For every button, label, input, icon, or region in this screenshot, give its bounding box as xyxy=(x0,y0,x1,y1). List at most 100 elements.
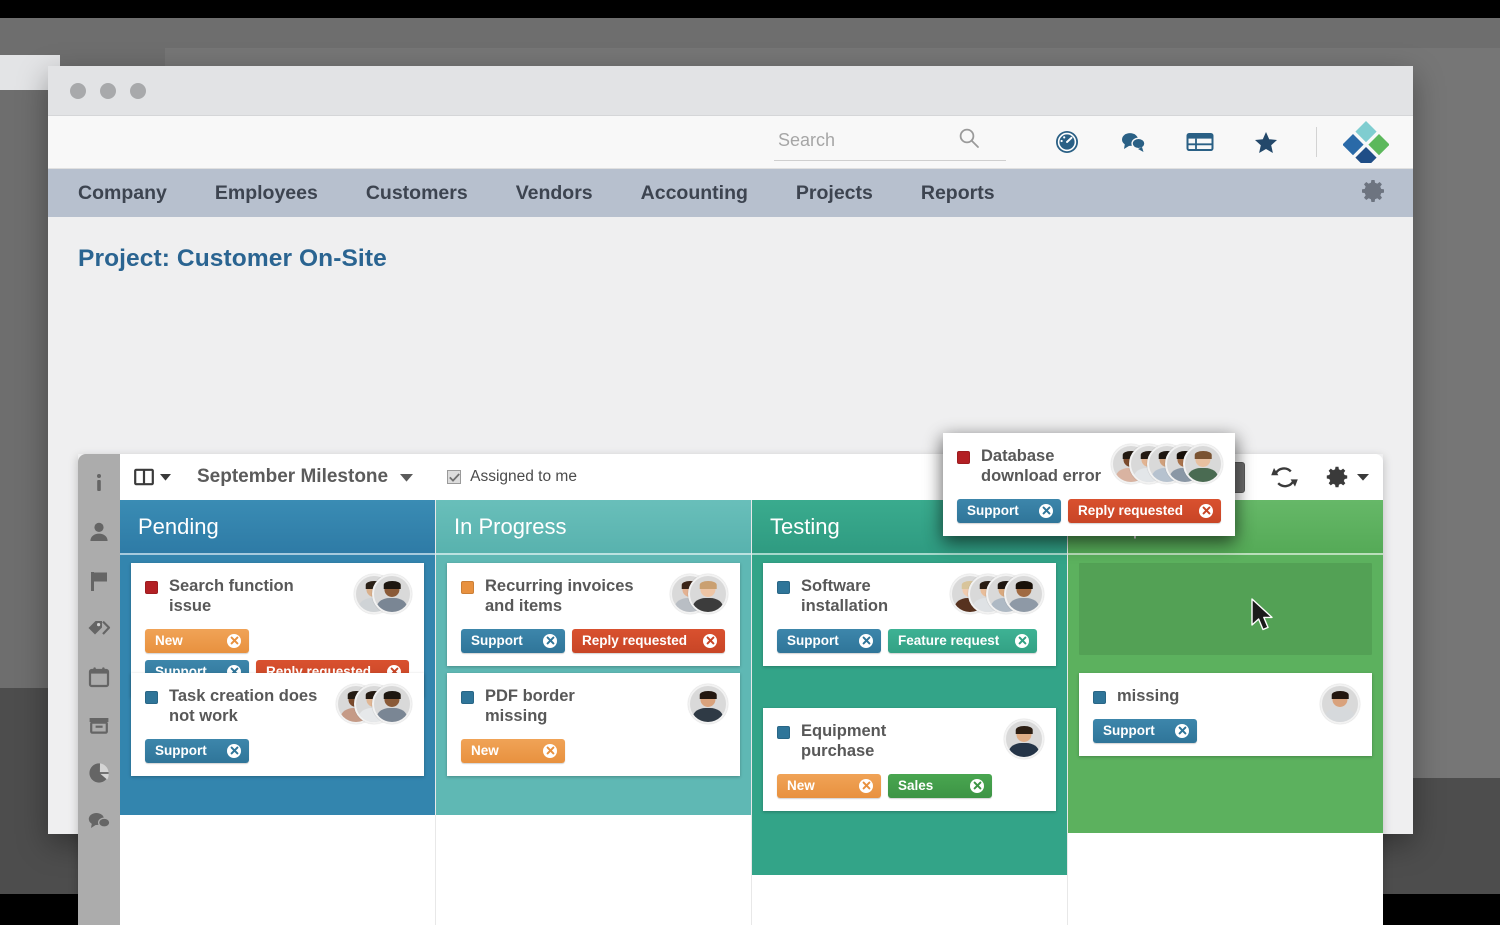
card-tag[interactable]: Reply requested xyxy=(1068,498,1222,523)
gear-icon xyxy=(1326,466,1348,488)
column-title: Pending xyxy=(138,513,219,539)
column-header: Pending xyxy=(120,500,435,555)
main-navigation: Company Employees Customers Vendors Acco… xyxy=(48,169,1413,217)
drop-placeholder xyxy=(1079,563,1372,655)
tag-remove-icon[interactable] xyxy=(1015,633,1030,648)
avatar[interactable] xyxy=(372,574,412,614)
avatar[interactable] xyxy=(688,684,728,724)
tag-remove-icon[interactable] xyxy=(859,633,873,648)
priority-indicator xyxy=(1093,691,1106,704)
avatar-body xyxy=(1008,742,1040,757)
task-card[interactable]: Software installation Support Feature requ… xyxy=(763,563,1056,666)
tag-remove-icon[interactable] xyxy=(227,633,241,648)
tag-remove-icon[interactable] xyxy=(1199,503,1214,518)
priority-indicator xyxy=(461,691,474,704)
card-tag[interactable]: Support xyxy=(957,498,1061,523)
avatar[interactable] xyxy=(1004,574,1044,614)
window-minimize-dot[interactable] xyxy=(100,82,116,99)
card-tag[interactable]: Support xyxy=(145,738,249,763)
tag-remove-icon[interactable] xyxy=(543,633,557,648)
assigned-to-me-checkbox[interactable]: Assigned to me xyxy=(447,468,577,486)
tag-remove-icon[interactable] xyxy=(227,743,241,758)
dragged-card[interactable]: Database download error Support Reply requ… xyxy=(943,433,1235,536)
nav-item-accounting[interactable]: Accounting xyxy=(641,182,748,205)
refresh-icon[interactable] xyxy=(1271,465,1298,490)
dashboard-gauge-icon[interactable] xyxy=(1054,129,1080,155)
app-logo[interactable] xyxy=(1342,117,1390,168)
card-tag[interactable]: Reply requested xyxy=(572,628,726,653)
task-card[interactable]: Recurring invoices and items Support Reply… xyxy=(447,563,740,666)
column-body: Search function issue New Support Reply req… xyxy=(120,555,435,823)
task-card[interactable]: PDF border missing New xyxy=(447,673,740,776)
avatar-body xyxy=(692,707,724,722)
board-side-rail xyxy=(78,454,120,925)
tags-icon[interactable] xyxy=(87,619,111,639)
milestone-selector[interactable]: September Milestone xyxy=(197,466,414,488)
nav-item-projects[interactable]: Projects xyxy=(796,182,873,205)
nav-item-employees[interactable]: Employees xyxy=(215,182,318,205)
info-icon[interactable] xyxy=(89,472,109,494)
card-tag[interactable]: New xyxy=(777,773,881,798)
card-tag[interactable]: Support xyxy=(777,628,881,653)
avatar[interactable] xyxy=(1004,719,1044,759)
archive-box-icon[interactable] xyxy=(88,715,110,735)
avatar-hair xyxy=(1015,725,1033,734)
card-tag[interactable]: New xyxy=(145,628,249,653)
window-close-dot[interactable] xyxy=(70,82,86,99)
card-tag[interactable]: Support xyxy=(1093,718,1197,743)
pie-chart-icon[interactable] xyxy=(88,762,110,784)
card-tags: Support xyxy=(145,738,410,763)
tag-remove-icon[interactable] xyxy=(970,778,984,793)
nav-item-customers[interactable]: Customers xyxy=(366,182,468,205)
board-settings-button[interactable] xyxy=(1324,464,1369,490)
avatar-hair xyxy=(699,690,717,699)
card-tag[interactable]: Sales xyxy=(888,773,992,798)
avatar-body xyxy=(1324,707,1356,722)
tag-remove-icon[interactable] xyxy=(703,633,718,648)
window-maximize-dot[interactable] xyxy=(130,82,146,99)
priority-indicator xyxy=(145,581,158,594)
tag-remove-icon[interactable] xyxy=(1175,723,1189,738)
chat-bubbles-icon[interactable] xyxy=(1120,130,1146,154)
nav-item-vendors[interactable]: Vendors xyxy=(516,182,593,205)
view-selector[interactable] xyxy=(134,468,171,486)
card-title-row: Equipment purchase xyxy=(777,722,1042,762)
calendar-icon[interactable] xyxy=(88,666,110,688)
tag-remove-icon[interactable] xyxy=(543,743,557,758)
column-body: Recurring invoices and items Support Reply… xyxy=(436,555,751,823)
task-card[interactable]: Database download error Support Reply requ… xyxy=(943,433,1235,536)
checkbox-box xyxy=(447,470,462,484)
avatar[interactable] xyxy=(688,574,728,614)
avatar[interactable] xyxy=(372,684,412,724)
comment-icon[interactable] xyxy=(87,811,111,831)
avatar[interactable] xyxy=(1320,684,1360,724)
nav-item-company[interactable]: Company xyxy=(78,182,167,205)
card-tags: Support xyxy=(1093,718,1358,743)
star-icon[interactable] xyxy=(1254,131,1278,154)
table-grid-icon[interactable] xyxy=(1186,131,1214,153)
task-card[interactable]: Task creation does not work Support xyxy=(131,673,424,776)
search-icon[interactable] xyxy=(958,127,980,154)
card-assignees xyxy=(1004,719,1044,759)
nav-item-reports[interactable]: Reports xyxy=(921,182,995,205)
card-tag[interactable]: Feature request xyxy=(888,628,1038,653)
card-title-row: missing xyxy=(1093,687,1358,707)
card-title: Software installation xyxy=(801,577,889,615)
tag-remove-icon[interactable] xyxy=(859,778,873,793)
avatar-body xyxy=(1187,467,1219,482)
avatar[interactable] xyxy=(1183,444,1223,484)
card-slot: missing Support xyxy=(1079,673,1372,756)
task-card[interactable]: missing Support xyxy=(1079,673,1372,756)
tag-remove-icon[interactable] xyxy=(1039,503,1053,518)
person-icon[interactable] xyxy=(88,521,110,543)
card-tag[interactable]: Support xyxy=(461,628,565,653)
task-card[interactable]: Equipment purchase New Sales xyxy=(763,708,1056,811)
card-assignees xyxy=(336,684,412,724)
search-box[interactable] xyxy=(774,124,1006,161)
search-input[interactable] xyxy=(778,129,948,151)
card-title: PDF border missing xyxy=(485,687,575,725)
card-title: Search function issue xyxy=(169,577,294,615)
gear-icon[interactable] xyxy=(1359,177,1387,210)
flag-icon[interactable] xyxy=(89,570,110,592)
card-tag[interactable]: New xyxy=(461,738,565,763)
